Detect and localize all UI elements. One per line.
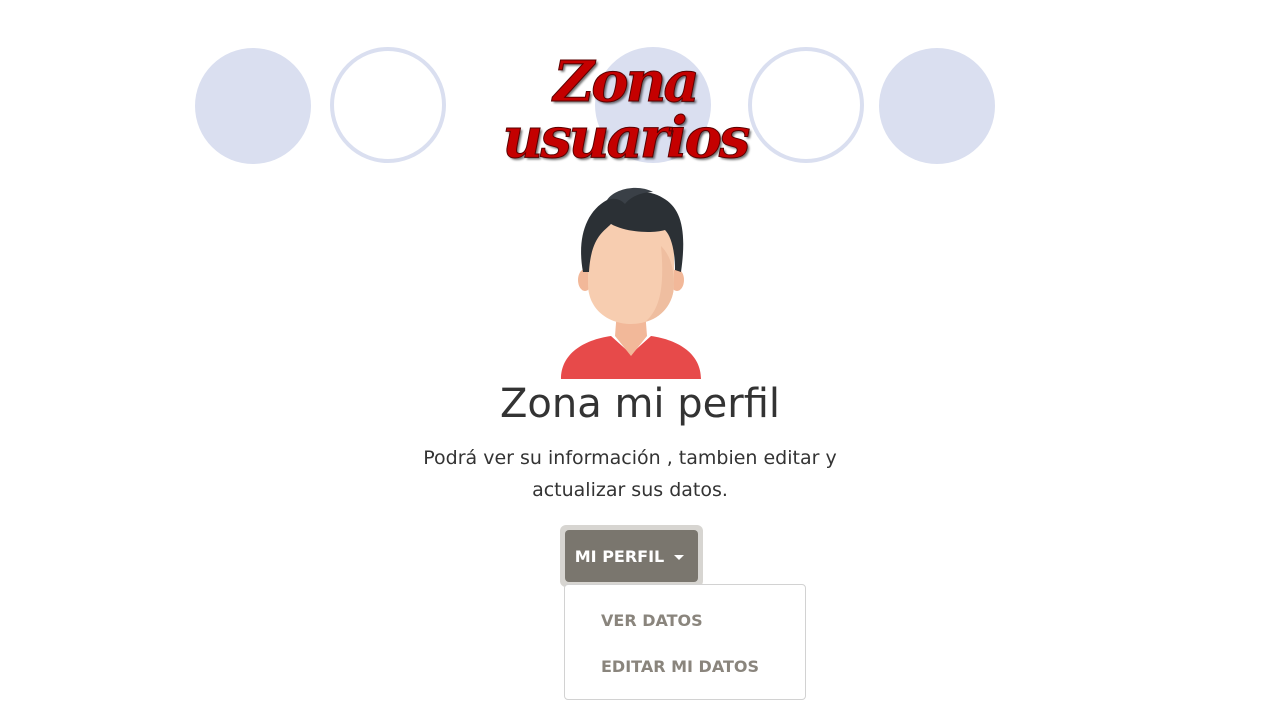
profile-dropdown-menu: VER DATOS EDITAR MI DATOS xyxy=(564,584,806,700)
banner-circle xyxy=(195,48,311,164)
user-avatar-icon xyxy=(555,186,707,379)
caret-down-icon xyxy=(674,554,685,560)
profile-description: Podrá ver su información , tambien edita… xyxy=(423,447,837,501)
menu-item-ver-datos[interactable]: VER DATOS xyxy=(601,611,703,630)
menu-item-editar-mi-datos[interactable]: EDITAR MI DATOS xyxy=(601,657,759,676)
mi-perfil-button-label: MI PERFIL xyxy=(574,546,665,566)
profile-dropdown-focus-ring: MI PERFIL xyxy=(560,525,703,587)
profile-title: Zona mi perfil xyxy=(500,381,780,427)
mi-perfil-dropdown-button[interactable]: MI PERFIL xyxy=(565,530,698,582)
banner-circle xyxy=(330,47,446,163)
banner-circle xyxy=(879,48,995,164)
banner-title: Zona usuarios xyxy=(502,49,751,171)
page: Zona usuarios Zona mi perfil Podrá ver s… xyxy=(0,0,1280,720)
